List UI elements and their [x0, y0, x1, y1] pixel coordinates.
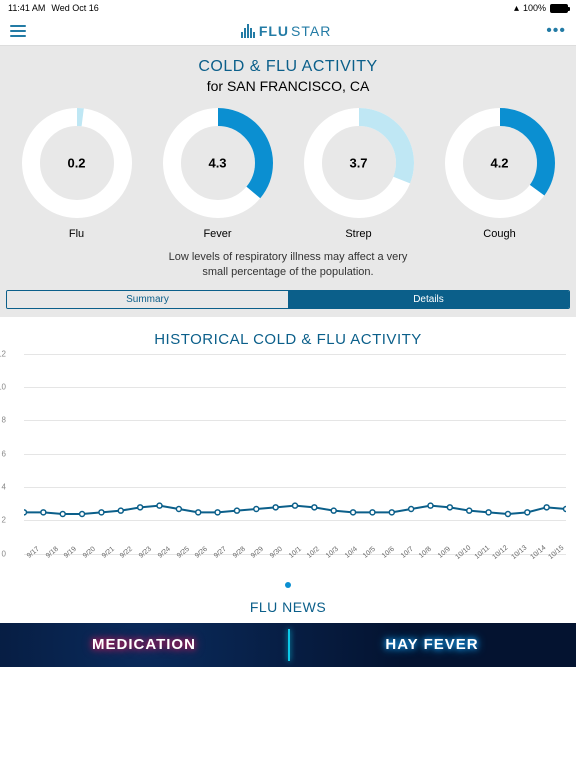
donut-flu: 0.2: [22, 108, 132, 218]
donut-value: 4.2: [490, 156, 508, 171]
more-button[interactable]: •••: [546, 22, 566, 40]
donut-value: 0.2: [67, 156, 85, 171]
nav-bar: FLUSTAR •••: [0, 16, 576, 46]
tab-details[interactable]: Details: [288, 291, 569, 308]
pager-dot: [285, 582, 291, 588]
donut-fever: 4.3: [163, 108, 273, 218]
news-left: MEDICATION: [92, 636, 196, 653]
logo-light: STAR: [291, 23, 331, 39]
donut-strep: 3.7: [304, 108, 414, 218]
news-banner[interactable]: MEDICATION HAY FEVER: [0, 623, 576, 667]
donut-value: 3.7: [349, 156, 367, 171]
panel-subtitle: for SAN FRANCISCO, CA: [0, 78, 576, 94]
status-date: Wed Oct 16: [51, 3, 98, 13]
donut-label: Flu: [12, 228, 142, 240]
x-axis: 9/179/189/199/209/219/229/239/249/259/26…: [24, 554, 566, 563]
page-indicator: [0, 575, 576, 593]
description-text: Low levels of respiratory illness may af…: [158, 250, 418, 280]
news-right: HAY FEVER: [385, 636, 478, 653]
battery-percent: 100%: [523, 3, 546, 13]
panel-title: COLD & FLU ACTIVITY: [0, 58, 576, 76]
status-time: 11:41 AM: [8, 3, 45, 13]
activity-panel: COLD & FLU ACTIVITY for SAN FRANCISCO, C…: [0, 46, 576, 317]
logo-bold: FLU: [259, 23, 289, 39]
donut-value: 4.3: [208, 156, 226, 171]
donut-label: Fever: [153, 228, 283, 240]
location-text: SAN FRANCISCO, CA: [227, 78, 369, 94]
historical-chart: 024681012: [24, 354, 566, 554]
menu-button[interactable]: [10, 22, 26, 40]
segment-control: Summary Details: [6, 290, 570, 309]
battery-icon: [550, 4, 568, 13]
donut-row: 0.2 Flu 4.3 Fever 3.7 Strep 4.2 Cou: [0, 94, 576, 244]
tab-summary[interactable]: Summary: [7, 291, 288, 308]
news-title: FLU NEWS: [0, 599, 576, 615]
app-logo: FLUSTAR: [241, 23, 332, 39]
donut-label: Cough: [435, 228, 565, 240]
historical-title: HISTORICAL COLD & FLU ACTIVITY: [0, 331, 576, 348]
donut-cough: 4.2: [445, 108, 555, 218]
donut-label: Strep: [294, 228, 424, 240]
wifi-icon: ▴: [514, 3, 519, 14]
status-bar: 11:41 AM Wed Oct 16 ▴ 100%: [0, 0, 576, 16]
